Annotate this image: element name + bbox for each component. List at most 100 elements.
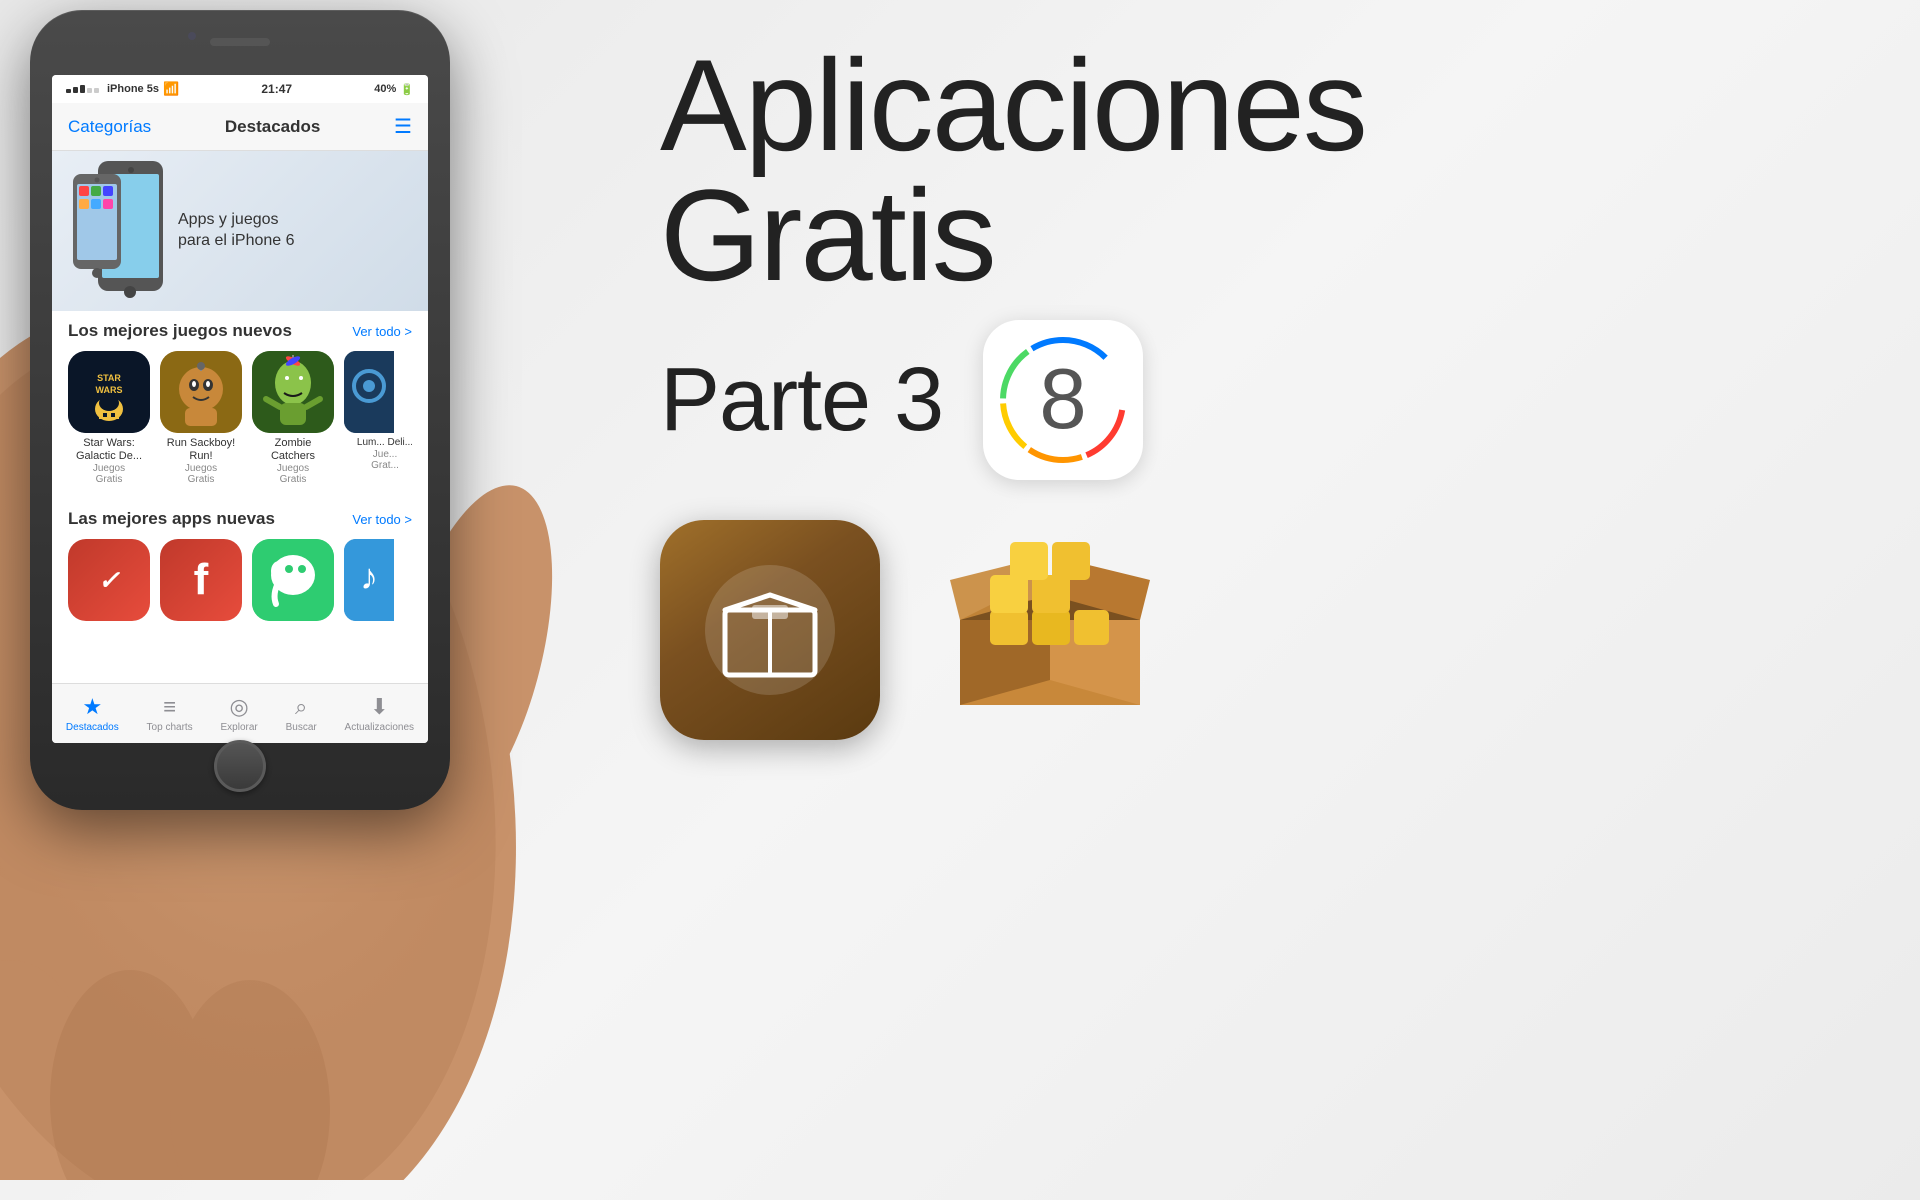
games-link[interactable]: Ver todo > [352, 324, 412, 339]
games-section-header: Los mejores juegos nuevos Ver todo > [68, 321, 412, 341]
games-row: STAR WARS S [68, 351, 412, 485]
tab-explorar-icon: ◎ [230, 694, 249, 720]
tab-actualizaciones-label: Actualizaciones [345, 722, 414, 733]
app-item-evernote[interactable] [252, 539, 334, 625]
app-icon-lumino [344, 351, 394, 433]
zombie-svg [252, 351, 334, 433]
starwars-name: Star Wars: Galactic De... [68, 437, 150, 463]
svg-text:STAR: STAR [97, 373, 121, 383]
zombie-name: Zombie Catchers [252, 437, 334, 463]
tab-destacados[interactable]: ★ Destacados [66, 694, 119, 733]
carrier-text: iPhone 5s [107, 83, 159, 95]
zombie-category: Juegos [252, 463, 334, 474]
tab-destacados-label: Destacados [66, 722, 119, 733]
nav-bar: Categorías Destacados ☰ [52, 103, 428, 151]
phone-screen: iPhone 5s 📶 21:47 40% 🔋 Categorías Desta… [52, 75, 428, 743]
tab-buscar-icon: ⌕ [295, 694, 307, 720]
lumino-svg [344, 351, 394, 433]
nav-title: Destacados [225, 117, 320, 137]
apps-row: ✓ f [68, 539, 412, 625]
starwars-category: Juegos [68, 463, 150, 474]
dot5 [94, 88, 99, 93]
tab-buscar[interactable]: ⌕ Buscar [286, 694, 317, 733]
ios8-icon: 8 [983, 320, 1143, 480]
games-section: Los mejores juegos nuevos Ver todo > STA… [52, 311, 428, 491]
phone-speaker [210, 38, 270, 46]
subtitle-row: Parte 3 8 [660, 320, 1860, 480]
status-time: 21:47 [261, 82, 292, 96]
app-item-music[interactable]: ♪ [344, 539, 412, 625]
title-line2: Gratis [660, 170, 1860, 300]
nav-categories[interactable]: Categorías [68, 117, 151, 137]
tab-buscar-label: Buscar [286, 722, 317, 733]
phone-container: iPhone 5s 📶 21:47 40% 🔋 Categorías Desta… [0, 0, 590, 1080]
dot2 [73, 87, 78, 93]
music-svg: ♪ [344, 539, 394, 621]
app-item-lumino[interactable]: Lum... Deli... Jue... Grat... [344, 351, 412, 485]
status-left: iPhone 5s 📶 [66, 81, 179, 97]
sackboy-name: Run Sackboy! Run! [160, 437, 242, 463]
app-item-sackboy[interactable]: Run Sackboy! Run! Juegos Gratis [160, 351, 242, 485]
app-icon-sackboy [160, 351, 242, 433]
banner-title-line1: Apps y juegos [178, 210, 412, 231]
nav-menu-icon[interactable]: ☰ [394, 114, 412, 139]
app-icon-music: ♪ [344, 539, 394, 621]
tab-actualizaciones[interactable]: ⬇ Actualizaciones [345, 694, 414, 733]
status-right: 40% 🔋 [374, 83, 414, 96]
app-icon-zombie [252, 351, 334, 433]
apps-section-header: Las mejores apps nuevas Ver todo > [68, 509, 412, 529]
evernote-svg [252, 539, 334, 621]
sackboy-svg [160, 351, 242, 433]
dot3 [80, 85, 85, 93]
sw-svg: STAR WARS [68, 351, 150, 433]
phone-frame: iPhone 5s 📶 21:47 40% 🔋 Categorías Desta… [30, 10, 450, 810]
home-button[interactable] [214, 740, 266, 792]
wifi-icon: 📶 [163, 81, 179, 97]
sackboy-price: Gratis [160, 474, 242, 485]
cydia-icon [660, 520, 880, 740]
title-line1: Aplicaciones [660, 40, 1860, 170]
app-icon-starwars: STAR WARS [68, 351, 150, 433]
tab-actualizaciones-icon: ⬇ [370, 694, 388, 720]
banner-phone-svg [68, 156, 168, 306]
dot4 [87, 88, 92, 93]
apps-link[interactable]: Ver todo > [352, 512, 412, 527]
tab-bar: ★ Destacados ≡ Top charts ◎ Explorar ⌕ B… [52, 683, 428, 743]
app-item-flipboard[interactable]: f [160, 539, 242, 625]
app-item-nike[interactable]: ✓ [68, 539, 150, 625]
tab-explorar-label: Explorar [221, 722, 258, 733]
store-box-icon [940, 520, 1160, 740]
starwars-price: Gratis [68, 474, 150, 485]
app-icon-evernote [252, 539, 334, 621]
signal-dots [66, 85, 99, 93]
right-panel: Aplicaciones Gratis Parte 3 8 [600, 0, 1920, 1200]
tab-destacados-icon: ★ [82, 694, 102, 720]
bottom-icons [660, 520, 1860, 740]
tab-top-charts-icon: ≡ [163, 694, 176, 720]
banner-title-line2: para el iPhone 6 [178, 231, 412, 252]
nike-content: ✓ [68, 539, 150, 621]
tab-top-charts[interactable]: ≡ Top charts [147, 694, 193, 733]
app-item-zombie[interactable]: Zombie Catchers Juegos Gratis [252, 351, 334, 485]
svg-text:WARS: WARS [96, 385, 123, 395]
app-item-starwars[interactable]: STAR WARS S [68, 351, 150, 485]
games-title: Los mejores juegos nuevos [68, 321, 292, 341]
flipboard-content: f [160, 539, 242, 621]
lumino-category: Jue... [344, 449, 412, 460]
battery-icon: 🔋 [400, 83, 414, 96]
zombie-price: Gratis [252, 474, 334, 485]
tab-explorar[interactable]: ◎ Explorar [221, 694, 258, 733]
sackboy-category: Juegos [160, 463, 242, 474]
apps-title: Las mejores apps nuevas [68, 509, 275, 529]
app-icon-nike: ✓ [68, 539, 150, 621]
banner-phone-image [68, 156, 168, 306]
banner[interactable]: Apps y juegos para el iPhone 6 [52, 151, 428, 311]
lumino-price: Grat... [344, 460, 412, 471]
banner-text: Apps y juegos para el iPhone 6 [168, 210, 412, 252]
lumino-name: Lum... Deli... [344, 437, 412, 449]
phone-camera [188, 32, 196, 40]
store-box-svg [940, 520, 1160, 740]
main-title: Aplicaciones Gratis [660, 40, 1860, 300]
parte-text: Parte 3 [660, 349, 943, 452]
battery-text: 40% [374, 83, 396, 95]
